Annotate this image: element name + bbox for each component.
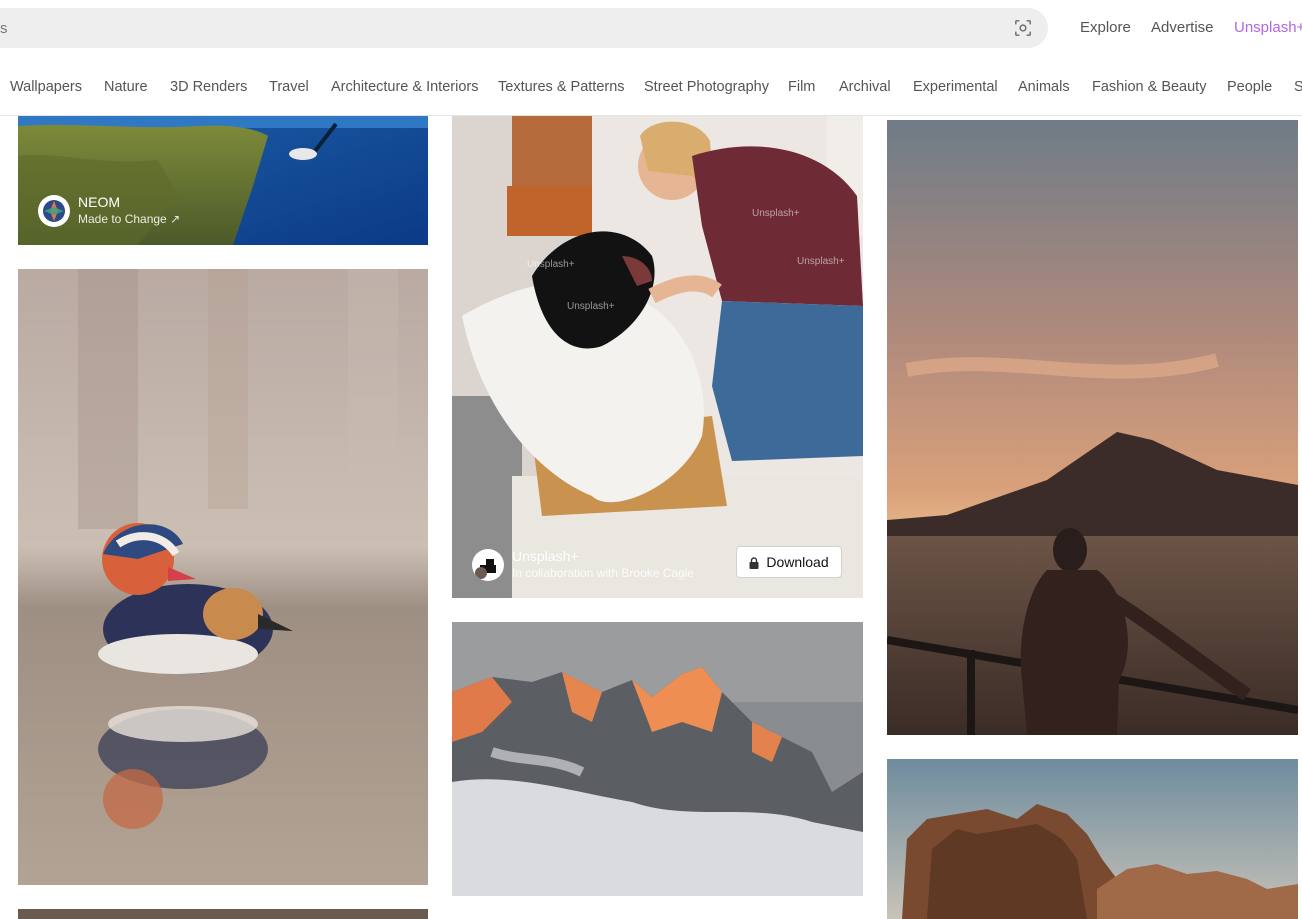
photo-reef[interactable]: NEOM Made to Change ↗ [18,116,428,245]
category-tab-travel[interactable]: Travel [269,79,309,95]
nav-advertise-link[interactable]: Advertise [1151,19,1214,36]
category-tab-street-photography[interactable]: Street Photography [644,79,769,95]
photo-next-col1[interactable] [18,909,428,919]
photo-desert[interactable] [887,759,1298,919]
category-nav: Wallpapers Nature 3D Renders Travel Arch… [0,70,1302,116]
sponsor-tagline[interactable]: Made to Change ↗ [78,211,180,228]
lake-sunset-image [887,120,1298,735]
category-tab-people[interactable]: People [1227,79,1272,95]
photo-attribution[interactable]: NEOM Made to Change ↗ [38,194,180,228]
category-tab-wallpapers[interactable]: Wallpapers [10,79,82,95]
nav-explore-link[interactable]: Explore [1080,19,1131,36]
nav-unsplash-plus-link[interactable]: Unsplash+ [1234,19,1302,36]
photo-dog[interactable]: Unsplash+ Unsplash+ Unsplash+ Unsplash+ … [452,116,863,598]
watermark: Unsplash+ [797,256,845,267]
unsplash-plus-avatar[interactable] [472,549,504,581]
desert-rocks-image [887,759,1298,919]
photo-attribution[interactable]: Unsplash+ In collaboration with Brooke C… [472,548,694,582]
lock-icon [749,556,759,569]
category-tab-nature[interactable]: Nature [104,79,148,95]
photo-sunset-lake[interactable] [887,120,1298,735]
watermark: Unsplash+ [567,301,615,312]
category-tab-more[interactable]: S [1294,79,1302,95]
camera-scan-icon[interactable] [1014,19,1032,37]
sponsor-name: NEOM [78,194,120,210]
category-tab-fashion-beauty[interactable]: Fashion & Beauty [1092,79,1206,95]
search-bar[interactable]: s [0,8,1048,48]
category-tab-architecture-interiors[interactable]: Architecture & Interiors [331,79,478,95]
category-tab-archival[interactable]: Archival [839,79,891,95]
watermark: Unsplash+ [752,208,800,219]
snowy-mountain-image [452,622,863,896]
search-input[interactable]: s [0,20,8,37]
mandarin-duck-image [18,269,428,885]
category-tab-3d-renders[interactable]: 3D Renders [170,79,247,95]
category-tab-textures-patterns[interactable]: Textures & Patterns [498,79,625,95]
category-tab-film[interactable]: Film [788,79,815,95]
woman-with-dog-image [452,116,863,598]
photo-brand-name[interactable]: Unsplash+ [512,548,694,565]
photo-mountain[interactable] [452,622,863,896]
watermark: Unsplash+ [527,259,575,270]
neom-avatar[interactable] [38,195,70,227]
category-tab-animals[interactable]: Animals [1018,79,1070,95]
category-tab-experimental[interactable]: Experimental [913,79,998,95]
download-button[interactable]: Download [736,546,842,578]
photo-collaboration[interactable]: In collaboration with Brooke Cagle [512,565,694,582]
photo-duck[interactable] [18,269,428,885]
download-label: Download [766,554,829,570]
